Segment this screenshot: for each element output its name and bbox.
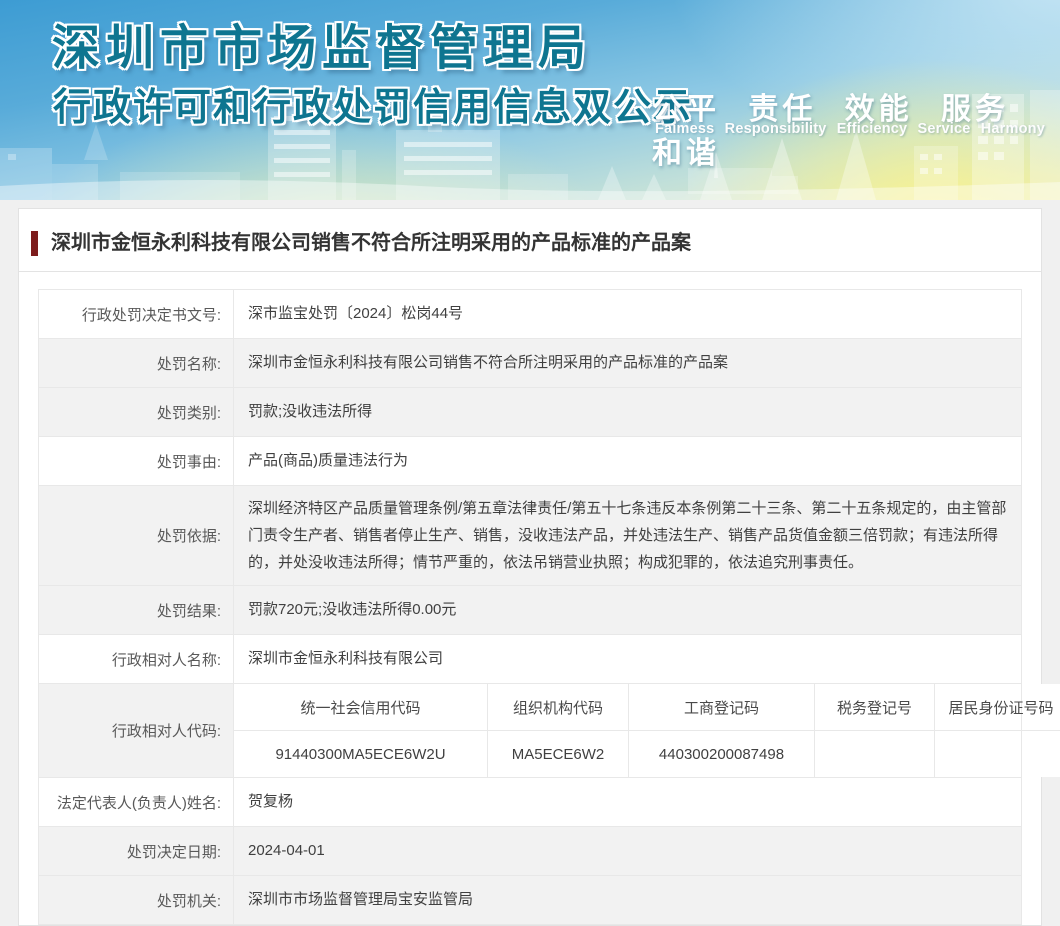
column-header: 税务登记号 <box>815 684 935 731</box>
code-value <box>935 731 1060 778</box>
party-codes-value-row: 91440300MA5ECE6W2U MA5ECE6W2 44030020008… <box>234 731 1060 778</box>
party-codes-table: 统一社会信用代码 组织机构代码 工商登记码 税务登记号 居民身份证号码 9144… <box>234 684 1060 777</box>
party-codes-cell: 统一社会信用代码 组织机构代码 工商登记码 税务登记号 居民身份证号码 9144… <box>234 684 1022 778</box>
table-row: 处罚依据: 深圳经济特区产品质量管理条例/第五章法律责任/第五十七条违反本条例第… <box>39 486 1022 586</box>
row-value: 罚款;没收违法所得 <box>234 388 1022 437</box>
row-label: 行政处罚决定书文号: <box>39 290 234 339</box>
column-header: 居民身份证号码 <box>935 684 1060 731</box>
table-row: 处罚决定日期: 2024-04-01 <box>39 827 1022 876</box>
column-header: 工商登记码 <box>629 684 815 731</box>
org-name-title: 深圳市市场监督管理局 <box>52 8 592 78</box>
table-row-party-codes: 行政相对人代码: 统一社会信用代码 组织机构代码 工商登记码 税务登记号 居民身… <box>39 684 1022 778</box>
row-label: 处罚决定日期: <box>39 827 234 876</box>
row-label: 处罚事由: <box>39 437 234 486</box>
row-value: 深圳经济特区产品质量管理条例/第五章法律责任/第五十七条违反本条例第二十三条、第… <box>234 486 1022 586</box>
row-value: 深圳市金恒永利科技有限公司销售不符合所注明采用的产品标准的产品案 <box>234 339 1022 388</box>
title-accent-bar <box>31 231 38 256</box>
column-header: 统一社会信用代码 <box>234 684 488 731</box>
row-label: 处罚机关: <box>39 876 234 925</box>
table-row: 处罚结果: 罚款720元;没收违法所得0.00元 <box>39 586 1022 635</box>
column-header: 组织机构代码 <box>488 684 629 731</box>
row-label: 行政相对人代码: <box>39 684 234 778</box>
code-value: 440300200087498 <box>629 731 815 778</box>
page-title-block: 深圳市金恒永利科技有限公司销售不符合所注明采用的产品标准的产品案 <box>19 209 1041 272</box>
header-banner: 深圳市市场监督管理局 行政许可和行政处罚信用信息双公示 公平 责任 效能 服务 … <box>0 0 1060 200</box>
table-row: 处罚名称: 深圳市金恒永利科技有限公司销售不符合所注明采用的产品标准的产品案 <box>39 339 1022 388</box>
row-value: 罚款720元;没收违法所得0.00元 <box>234 586 1022 635</box>
row-value: 2024-04-01 <box>234 827 1022 876</box>
table-row: 行政相对人名称: 深圳市金恒永利科技有限公司 <box>39 635 1022 684</box>
slogan-english: Faimess Responsibility Efficiency Servic… <box>655 121 1045 137</box>
page-title: 深圳市金恒永利科技有限公司销售不符合所注明采用的产品标准的产品案 <box>51 230 691 256</box>
table-row: 法定代表人(负责人)姓名: 贺复杨 <box>39 778 1022 827</box>
table-row: 处罚事由: 产品(商品)质量违法行为 <box>39 437 1022 486</box>
row-label: 法定代表人(负责人)姓名: <box>39 778 234 827</box>
row-value: 产品(商品)质量违法行为 <box>234 437 1022 486</box>
table-row: 处罚类别: 罚款;没收违法所得 <box>39 388 1022 437</box>
code-value: MA5ECE6W2 <box>488 731 629 778</box>
row-label: 行政相对人名称: <box>39 635 234 684</box>
row-value: 深市监宝处罚〔2024〕松岗44号 <box>234 290 1022 339</box>
row-label: 处罚类别: <box>39 388 234 437</box>
table-row: 行政处罚决定书文号: 深市监宝处罚〔2024〕松岗44号 <box>39 290 1022 339</box>
penalty-info-table: 行政处罚决定书文号: 深市监宝处罚〔2024〕松岗44号 处罚名称: 深圳市金恒… <box>38 289 1022 925</box>
penalty-table-wrap: 行政处罚决定书文号: 深市监宝处罚〔2024〕松岗44号 处罚名称: 深圳市金恒… <box>19 272 1041 925</box>
row-label: 处罚依据: <box>39 486 234 586</box>
code-value <box>815 731 935 778</box>
content-card: 深圳市金恒永利科技有限公司销售不符合所注明采用的产品标准的产品案 行政处罚决定书… <box>18 208 1042 926</box>
code-value: 91440300MA5ECE6W2U <box>234 731 488 778</box>
party-codes-header-row: 统一社会信用代码 组织机构代码 工商登记码 税务登记号 居民身份证号码 <box>234 684 1060 731</box>
row-label: 处罚名称: <box>39 339 234 388</box>
row-value: 深圳市金恒永利科技有限公司 <box>234 635 1022 684</box>
banner-subtitle: 行政许可和行政处罚信用信息双公示 <box>53 76 693 131</box>
row-value: 深圳市市场监督管理局宝安监管局 <box>234 876 1022 925</box>
table-row: 处罚机关: 深圳市市场监督管理局宝安监管局 <box>39 876 1022 925</box>
row-value: 贺复杨 <box>234 778 1022 827</box>
row-label: 处罚结果: <box>39 586 234 635</box>
